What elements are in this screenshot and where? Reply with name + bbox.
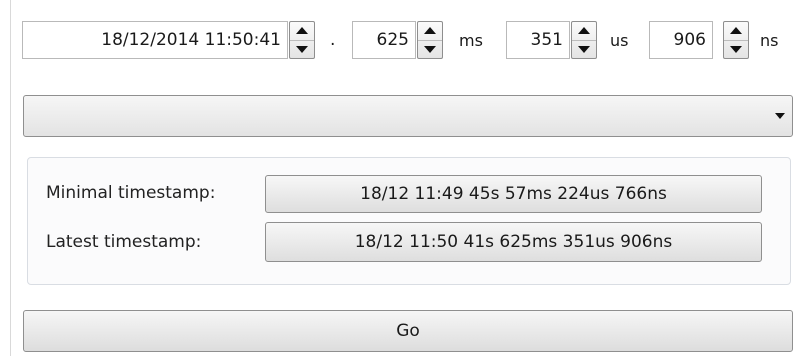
microseconds-unit: us	[610, 30, 629, 50]
source-dropdown[interactable]	[23, 95, 793, 137]
arrow-down-icon	[578, 45, 590, 53]
microseconds-decrement-button[interactable]	[572, 39, 596, 59]
arrow-down-icon	[296, 45, 308, 53]
datetime-field[interactable]: 18/12/2014 11:50:41	[22, 21, 288, 59]
nanoseconds-increment-button[interactable]	[724, 22, 748, 40]
datetime-spinner[interactable]	[289, 21, 315, 59]
milliseconds-increment-button[interactable]	[418, 22, 442, 40]
datetime-decrement-button[interactable]	[290, 39, 314, 59]
microseconds-increment-button[interactable]	[572, 22, 596, 40]
arrow-up-icon	[296, 27, 308, 35]
latest-timestamp-button[interactable]: 18/12 11:50 41s 625ms 351us 906ns	[265, 222, 762, 262]
milliseconds-value: 625	[376, 30, 409, 50]
microseconds-field[interactable]: 351	[506, 21, 570, 59]
nanoseconds-field[interactable]: 906	[649, 21, 713, 59]
arrow-down-icon	[730, 45, 742, 53]
minimal-timestamp-value: 18/12 11:49 45s 57ms 224us 766ns	[360, 184, 667, 204]
latest-timestamp-label: Latest timestamp:	[46, 232, 202, 252]
minimal-timestamp-button[interactable]: 18/12 11:49 45s 57ms 224us 766ns	[265, 175, 762, 213]
milliseconds-field[interactable]: 625	[352, 21, 416, 59]
arrow-up-icon	[578, 27, 590, 35]
go-button[interactable]: Go	[23, 310, 793, 352]
nanoseconds-value: 906	[673, 30, 706, 50]
arrow-up-icon	[730, 27, 742, 35]
go-button-label: Go	[396, 321, 420, 341]
datetime-value: 18/12/2014 11:50:41	[101, 30, 281, 50]
milliseconds-decrement-button[interactable]	[418, 39, 442, 59]
microseconds-spinner[interactable]	[571, 21, 597, 59]
nanoseconds-unit: ns	[760, 30, 779, 50]
microseconds-value: 351	[530, 30, 563, 50]
timestamp-input-row: 18/12/2014 11:50:41 . 625 ms 351 us 906 …	[0, 0, 795, 80]
chevron-down-icon	[775, 113, 785, 119]
latest-timestamp-value: 18/12 11:50 41s 625ms 351us 906ns	[354, 232, 673, 252]
milliseconds-spinner[interactable]	[417, 21, 443, 59]
minimal-timestamp-label: Minimal timestamp:	[46, 183, 216, 203]
nanoseconds-spinner[interactable]	[723, 21, 749, 59]
arrow-up-icon	[424, 27, 436, 35]
seconds-separator: .	[330, 30, 336, 50]
milliseconds-unit: ms	[459, 30, 483, 50]
nanoseconds-decrement-button[interactable]	[724, 39, 748, 59]
datetime-increment-button[interactable]	[290, 22, 314, 40]
arrow-down-icon	[424, 45, 436, 53]
